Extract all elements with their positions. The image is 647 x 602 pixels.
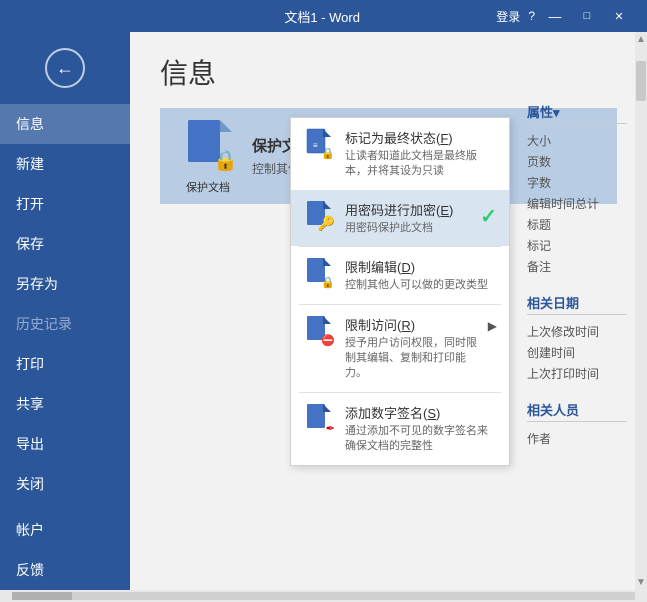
menu-item-restrict-edit[interactable]: 🔒 限制编辑(D) 控制其他人可以做的更改类型 bbox=[291, 247, 509, 303]
mark-final-title: 标记为最终状态(F) bbox=[345, 128, 497, 147]
sidebar-item-open[interactable]: 打开 bbox=[0, 184, 130, 224]
prop-words: 字数 bbox=[527, 172, 627, 193]
menu-item-encrypt[interactable]: 🔑 用密码进行加密(E) 用密码保护此文档 ✓ bbox=[291, 190, 509, 246]
prop-pages: 页数 bbox=[527, 151, 627, 172]
sidebar-item-close[interactable]: 关闭 bbox=[0, 464, 130, 504]
protect-document-icon-wrap: 🔒 保护文档 bbox=[176, 124, 240, 188]
restrict-edit-title: 限制编辑(D) bbox=[345, 257, 497, 276]
restrict-edit-content: 限制编辑(D) 控制其他人可以做的更改类型 bbox=[345, 257, 497, 293]
person-author: 作者 bbox=[527, 428, 627, 449]
login-button[interactable]: 登录 bbox=[496, 8, 520, 25]
help-button[interactable]: ? bbox=[528, 9, 535, 23]
dates-section: 相关日期 上次修改时间 创建时间 上次打印时间 bbox=[527, 293, 627, 384]
mark-final-desc: 让读者知道此文档是最终版本，并将其设为只读 bbox=[345, 149, 497, 180]
protect-document-label: 保护文档 bbox=[186, 179, 230, 195]
sidebar-item-saveas[interactable]: 另存为 bbox=[0, 264, 130, 304]
protect-dropdown-menu: ≡ 🔒 标记为最终状态(F) 让读者知道此文档是最终版本，并将其设为只读 bbox=[290, 117, 510, 466]
encrypt-title: 用密码进行加密(E) bbox=[345, 200, 470, 219]
menu-item-mark-final[interactable]: ≡ 🔒 标记为最终状态(F) 让读者知道此文档是最终版本，并将其设为只读 bbox=[291, 118, 509, 190]
sidebar-item-export[interactable]: 导出 bbox=[0, 424, 130, 464]
sidebar-item-info[interactable]: 信息 bbox=[0, 104, 130, 144]
scroll-track bbox=[12, 592, 635, 600]
menu-item-digital-sign[interactable]: ✒ 添加数字签名(S) 通过添加不可见的数字签名来确保文档的完整性 bbox=[291, 393, 509, 465]
properties-section: 属性▾ 大小 页数 字数 编辑时间总计 标题 标记 备注 bbox=[527, 102, 627, 277]
prop-edit-time: 编辑时间总计 bbox=[527, 193, 627, 214]
date-created: 创建时间 bbox=[527, 342, 627, 363]
window-title: 文档1 - Word bbox=[148, 7, 496, 26]
back-button[interactable]: ← bbox=[45, 48, 85, 88]
menu-item-restrict-access[interactable]: ⛔ 限制访问(R) 授予用户访问权限，同时限制其编辑、复制和打印能力。 ▶ bbox=[291, 305, 509, 392]
prop-title: 标题 bbox=[527, 214, 627, 235]
page-title: 信息 bbox=[130, 32, 647, 108]
scroll-thumb-h[interactable] bbox=[12, 592, 72, 600]
restrict-edit-icon: 🔒 bbox=[303, 257, 335, 289]
prop-notes: 备注 bbox=[527, 256, 627, 277]
restrict-access-desc: 授予用户访问权限，同时限制其编辑、复制和打印能力。 bbox=[345, 336, 478, 382]
mark-final-icon: ≡ 🔒 bbox=[303, 128, 335, 160]
encrypt-icon: 🔑 bbox=[303, 200, 335, 232]
sidebar-item-feedback[interactable]: 反馈 bbox=[0, 550, 130, 590]
date-modified: 上次修改时间 bbox=[527, 321, 627, 342]
prop-tags: 标记 bbox=[527, 235, 627, 256]
dates-header: 相关日期 bbox=[527, 293, 627, 315]
sidebar-item-print[interactable]: 打印 bbox=[0, 344, 130, 384]
restrict-access-arrow: ▶ bbox=[488, 319, 497, 333]
minimize-button[interactable]: — bbox=[543, 7, 567, 25]
restore-button[interactable]: □ bbox=[575, 7, 599, 25]
lock-overlay-icon: 🔒 bbox=[213, 148, 238, 173]
encrypt-desc: 用密码保护此文档 bbox=[345, 221, 470, 236]
digital-sign-desc: 通过添加不可见的数字签名来确保文档的完整性 bbox=[345, 424, 497, 455]
encrypt-checkmark: ✓ bbox=[480, 204, 497, 229]
restrict-access-content: 限制访问(R) 授予用户访问权限，同时限制其编辑、复制和打印能力。 bbox=[345, 315, 478, 382]
properties-header[interactable]: 属性▾ bbox=[527, 102, 627, 124]
sidebar-item-history: 历史记录 bbox=[0, 304, 130, 344]
restrict-access-icon: ⛔ bbox=[303, 315, 335, 347]
people-section: 相关人员 作者 bbox=[527, 400, 627, 449]
digital-sign-icon: ✒ bbox=[303, 403, 335, 435]
digital-sign-content: 添加数字签名(S) 通过添加不可见的数字签名来确保文档的完整性 bbox=[345, 403, 497, 455]
sidebar: ← 信息 新建 打开 保存 另存为 历史记录 打印 共享 导出 关闭 帐户 反馈 bbox=[0, 32, 130, 590]
sidebar-item-account[interactable]: 帐户 bbox=[0, 510, 130, 550]
content-area: ▲ ▼ 信息 bbox=[130, 32, 647, 590]
prop-size: 大小 bbox=[527, 130, 627, 151]
horizontal-scrollbar[interactable] bbox=[0, 590, 647, 602]
digital-sign-title: 添加数字签名(S) bbox=[345, 403, 497, 422]
restrict-access-title: 限制访问(R) bbox=[345, 315, 478, 334]
svg-text:≡: ≡ bbox=[313, 141, 318, 150]
sidebar-item-save[interactable]: 保存 bbox=[0, 224, 130, 264]
people-header: 相关人员 bbox=[527, 400, 627, 422]
vertical-scrollbar[interactable]: ▲ ▼ bbox=[635, 32, 647, 590]
close-button[interactable]: ✕ bbox=[607, 7, 631, 25]
mark-final-content: 标记为最终状态(F) 让读者知道此文档是最终版本，并将其设为只读 bbox=[345, 128, 497, 180]
scroll-thumb[interactable] bbox=[636, 61, 646, 101]
sidebar-item-share[interactable]: 共享 bbox=[0, 384, 130, 424]
date-printed: 上次打印时间 bbox=[527, 363, 627, 384]
right-panel: 属性▾ 大小 页数 字数 编辑时间总计 标题 标记 备注 相关日期 上次修改时间… bbox=[527, 102, 627, 465]
sidebar-item-new[interactable]: 新建 bbox=[0, 144, 130, 184]
title-bar: 文档1 - Word 登录 ? — □ ✕ bbox=[0, 0, 647, 32]
encrypt-content: 用密码进行加密(E) 用密码保护此文档 bbox=[345, 200, 470, 236]
restrict-edit-desc: 控制其他人可以做的更改类型 bbox=[345, 278, 497, 293]
